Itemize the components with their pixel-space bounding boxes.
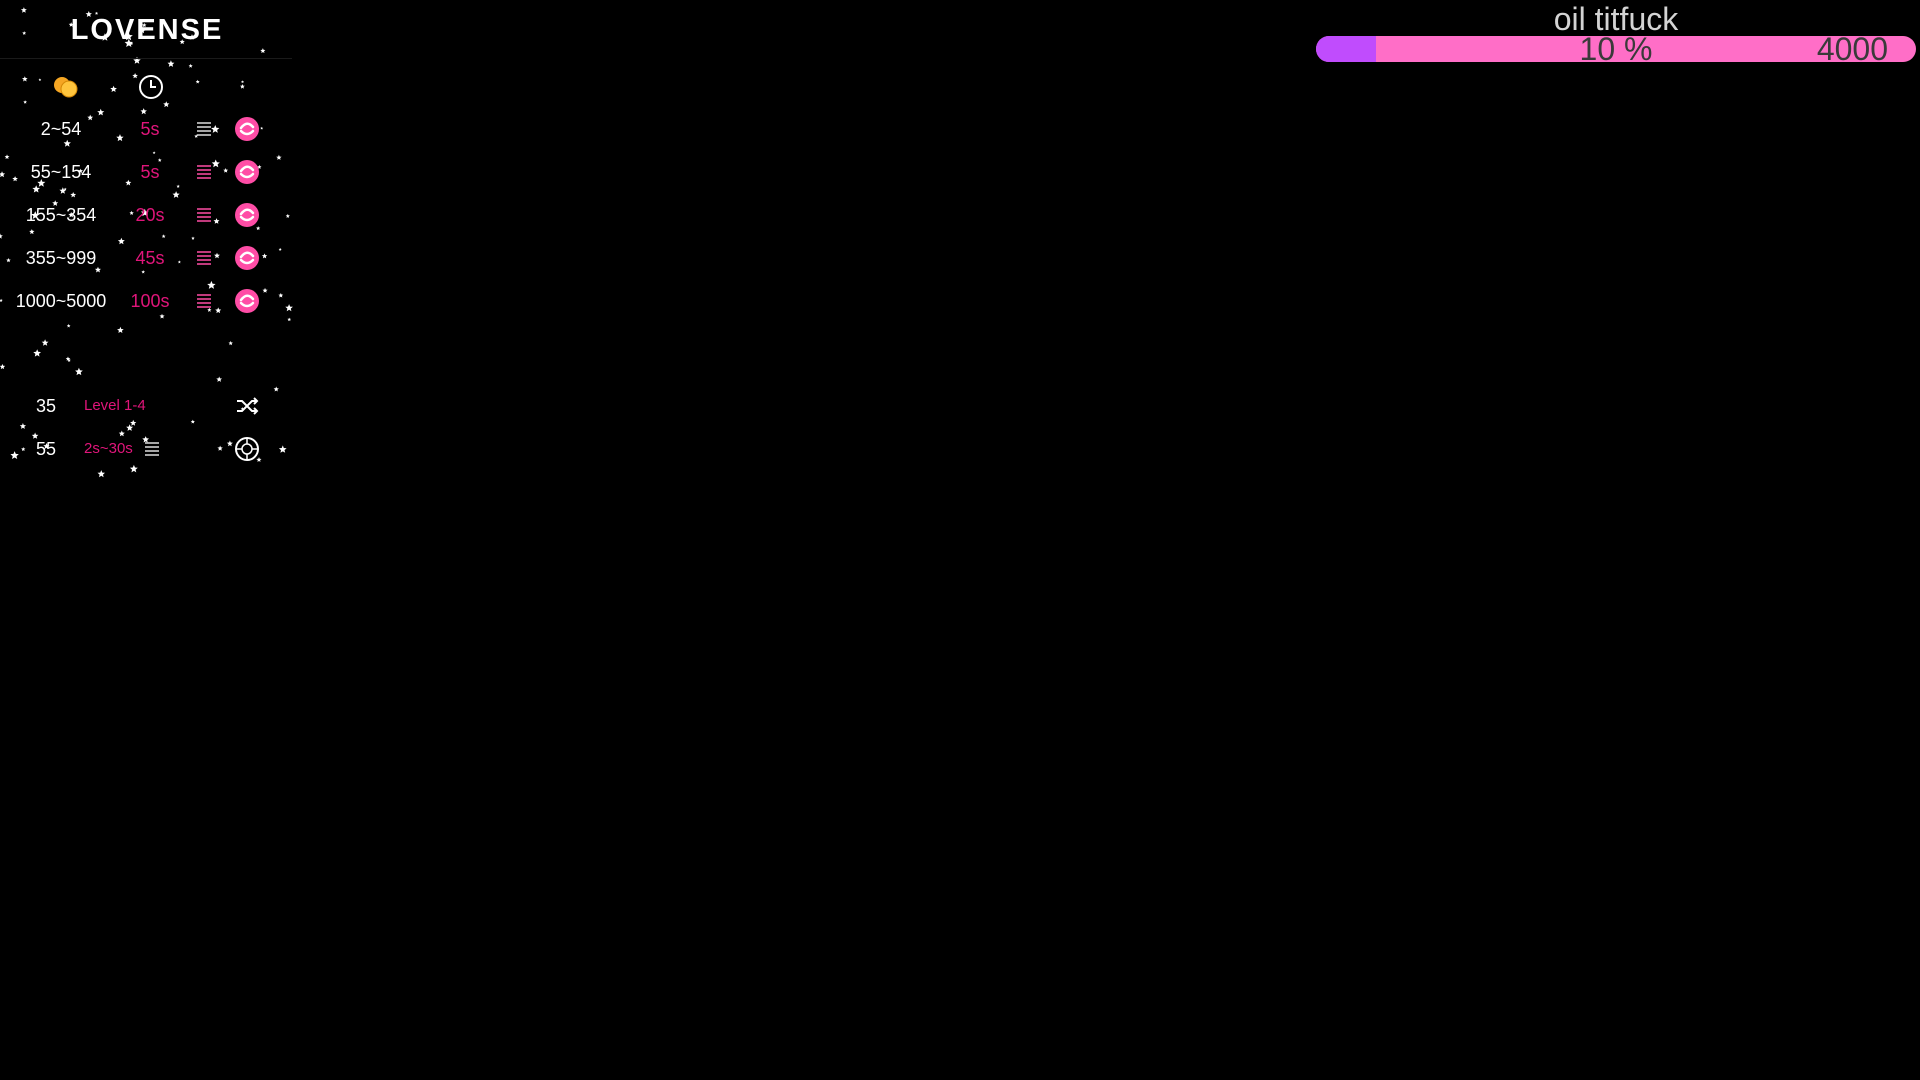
goal-progress-bar: 10 % 4000 <box>1316 36 1916 62</box>
level-duration: 45s <box>135 248 165 268</box>
list-icon <box>197 165 211 179</box>
shuffle-icon <box>237 397 259 415</box>
random-label: Level 1-4 <box>84 397 146 414</box>
level-range: 55~154 <box>30 162 92 182</box>
lovense-logo: LOVENSE <box>70 14 224 46</box>
wave-pattern-icon <box>235 160 259 184</box>
list-icon <box>145 442 159 456</box>
wave-pattern-icon <box>235 203 259 227</box>
list-icon <box>197 251 211 265</box>
random-amount: 35 <box>36 396 57 416</box>
list-icon <box>197 294 211 308</box>
level-row: 155~354 20s <box>0 197 292 233</box>
wave-pattern-icon <box>235 117 259 141</box>
level-row: 2~54 5s <box>0 111 292 147</box>
goal-title: oil titfuck <box>1553 1 1679 37</box>
clock-icon <box>139 75 163 99</box>
level-row: 55~154 5s <box>0 154 292 190</box>
lovense-tip-menu: LOVENSE 2~54 5s 55~154 5s 155~354 20s 35… <box>0 0 292 485</box>
wave-pattern-icon <box>235 289 259 313</box>
list-icon <box>197 208 211 222</box>
list-icon <box>197 122 211 136</box>
level-duration: 20s <box>135 205 165 225</box>
level-row: 355~999 45s <box>0 240 292 276</box>
level-range: 355~999 <box>25 248 97 268</box>
level-range: 1000~5000 <box>15 291 107 311</box>
coins-icon <box>54 77 78 98</box>
level-duration: 100s <box>130 291 170 311</box>
pattern-label: 2s~30s <box>84 440 133 457</box>
dial-pattern-icon <box>235 437 259 461</box>
pattern-amount: 55 <box>36 439 57 459</box>
level-duration: 5s <box>140 119 160 139</box>
goal-amount: 4000 <box>1816 36 1888 62</box>
wave-pattern-icon <box>235 246 259 270</box>
random-level-row: 35 Level 1-4 <box>0 388 292 424</box>
special-pattern-row: 55 2s~30s <box>0 431 292 467</box>
level-duration: 5s <box>140 162 160 182</box>
level-range: 155~354 <box>25 205 97 225</box>
level-range: 2~54 <box>40 119 82 139</box>
divider <box>0 58 292 59</box>
level-row: 1000~5000 100s <box>0 283 292 319</box>
